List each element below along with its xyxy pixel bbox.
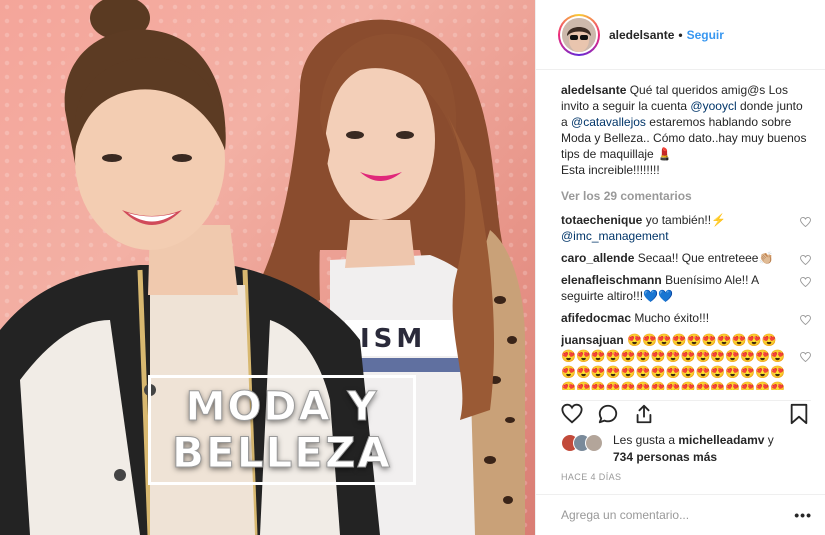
likes-conj: y: [767, 433, 774, 447]
likes-prefix: Les gusta a: [613, 433, 676, 447]
comment-text: yo también!!⚡: [645, 213, 727, 227]
liker-avatars: [561, 434, 607, 454]
avatar-image: [562, 17, 596, 52]
likes-text: Les gusta a michelleadamv y 734 personas…: [613, 432, 813, 466]
avatar[interactable]: [558, 13, 600, 56]
caption-mention-2[interactable]: @catavallejos: [571, 115, 646, 129]
caption-mention-1[interactable]: @yooycl: [690, 99, 736, 113]
share-icon[interactable]: [633, 403, 655, 425]
view-all-comments-link[interactable]: Ver los 29 comentarios: [561, 188, 811, 204]
post-actions: [561, 401, 811, 431]
caption-username[interactable]: aledelsante: [561, 83, 626, 97]
caption-emoji: 💄: [657, 147, 673, 161]
avatar-photo: [562, 17, 596, 52]
image-title-line2: BELLEZA: [172, 428, 392, 477]
post-timestamp[interactable]: HACE 4 DÍAS: [561, 472, 621, 482]
comment-like-heart-icon[interactable]: [800, 277, 811, 287]
more-options-icon[interactable]: •••: [794, 507, 812, 523]
comment-like-heart-icon[interactable]: [800, 315, 811, 325]
comment-mention[interactable]: @imc_management: [561, 229, 669, 243]
likes-user[interactable]: michelleadamv: [678, 433, 764, 447]
comment-item: totaechenique yo también!!⚡ @imc_managem…: [561, 212, 811, 244]
comment-item: juansajuan 😍😍😍😍😍😍😍😍😍😍😍😍😍😍😍😍😍😍😍😍😍😍😍😍😍😍😍😍😍…: [561, 332, 811, 390]
comment-bubble-icon[interactable]: [597, 403, 619, 425]
post-header: aledelsante • Seguir: [536, 0, 825, 70]
add-comment-input[interactable]: [561, 508, 781, 522]
comment-like-heart-icon[interactable]: [800, 352, 811, 362]
comment-username[interactable]: afifedocmac: [561, 311, 631, 325]
comment-username[interactable]: elenafleischmann: [561, 273, 662, 287]
likes-others[interactable]: 734 personas más: [613, 450, 717, 464]
comment-like-heart-icon[interactable]: [800, 217, 811, 227]
post-side-panel: aledelsante • Seguir aledelsante Qué tal…: [535, 0, 825, 535]
header-username[interactable]: aledelsante: [609, 28, 674, 42]
comment-text: Secaa!! Que entreteee👏🏼: [637, 251, 774, 265]
avatar-inner: [560, 15, 598, 54]
comment-text: Mucho éxito!!!: [634, 311, 710, 325]
heart-icon[interactable]: [561, 403, 583, 425]
image-title-line1: MODA Y: [185, 384, 379, 431]
caption-text-4: Esta increible!!!!!!!!: [561, 163, 660, 177]
comment-item: caro_allende Secaa!! Que entreteee👏🏼: [561, 250, 811, 266]
bookmark-icon[interactable]: [789, 403, 809, 425]
follow-button[interactable]: Seguir: [687, 28, 724, 42]
comment-item: afifedocmac Mucho éxito!!!: [561, 310, 811, 326]
post-actions-bar: [561, 400, 811, 428]
post-caption: aledelsante Qué tal queridos amig@s Los …: [561, 82, 811, 178]
add-comment-bar: •••: [536, 494, 825, 535]
likes-summary: Les gusta a michelleadamv y 734 personas…: [561, 432, 811, 466]
comment-item: elenafleischmann Buenísimo Ale!! A segui…: [561, 272, 811, 304]
image-title-box: MODA Y BELLEZA: [148, 375, 416, 485]
comment-like-heart-icon[interactable]: [800, 255, 811, 265]
comments-list[interactable]: aledelsante Qué tal queridos amig@s Los …: [561, 82, 811, 390]
post-image[interactable]: ISM MODA Y BELLEZA: [0, 0, 535, 535]
comment-username[interactable]: caro_allende: [561, 251, 634, 265]
comment-username[interactable]: totaechenique: [561, 213, 642, 227]
header-separator: •: [678, 27, 683, 42]
comment-username[interactable]: juansajuan: [561, 333, 624, 347]
liker-avatar[interactable]: [585, 434, 603, 452]
